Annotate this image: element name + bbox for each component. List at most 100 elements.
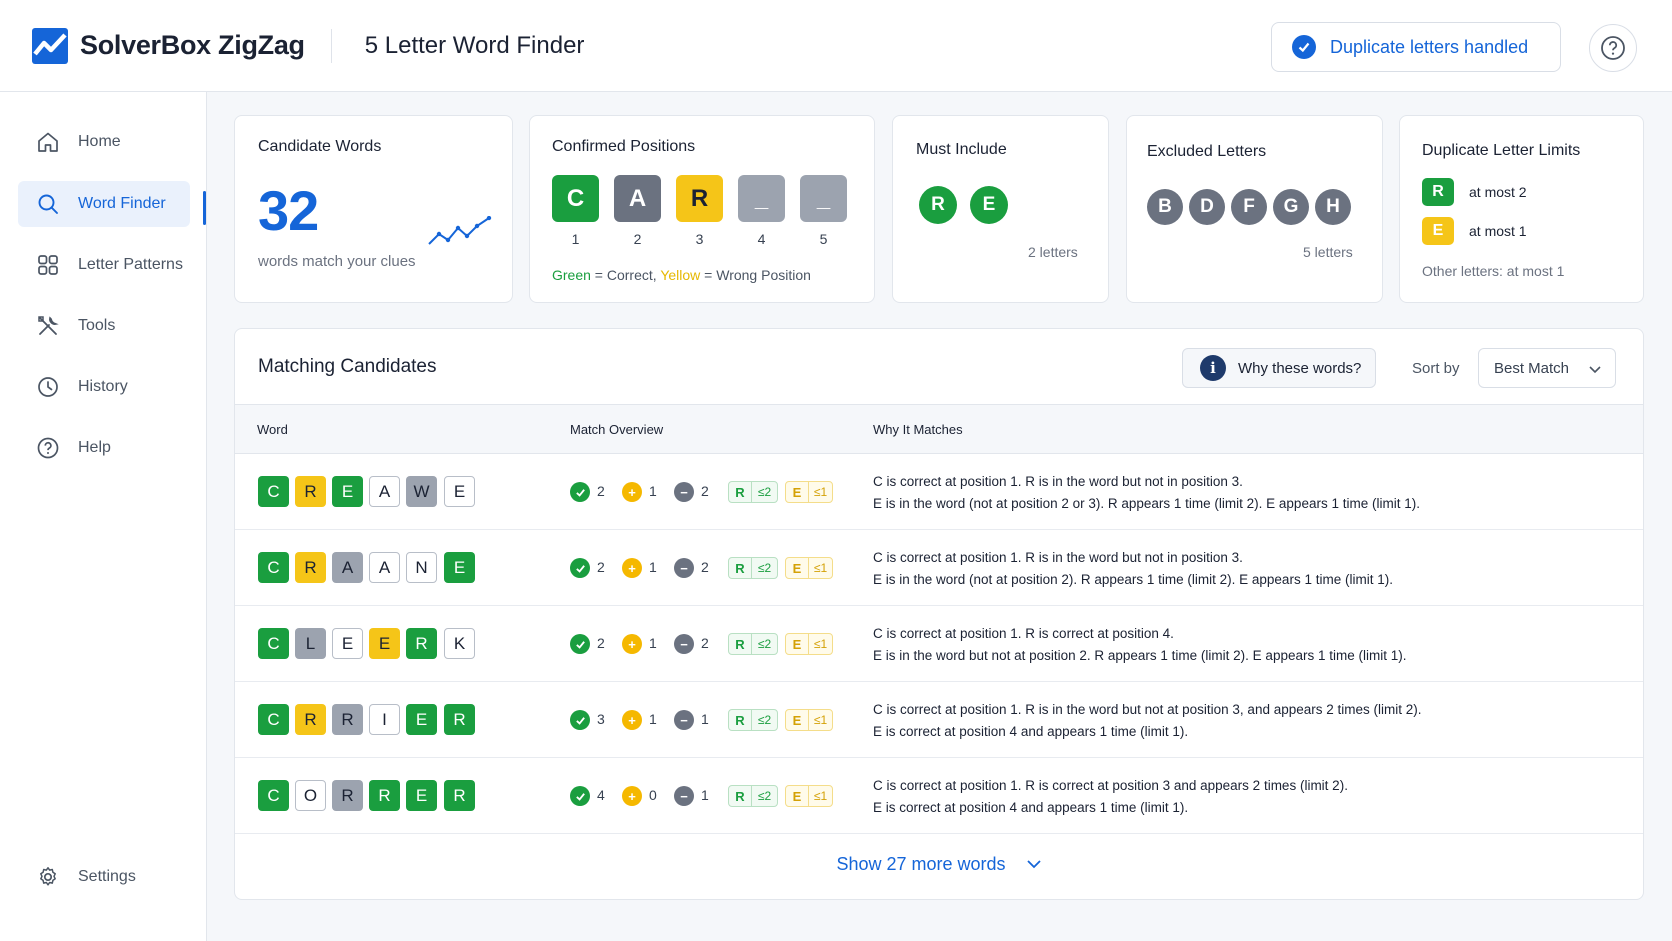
why-line-2: E is in the word (not at position 2 or 3… [873,496,1420,511]
sort-select[interactable]: Best Match [1478,348,1616,388]
show-more-label: Show 27 more words [836,853,1006,874]
chip-letter: E [792,636,802,652]
e-limit-chip: E ≤1 [785,481,833,503]
sidebar-item-history[interactable]: History [18,364,190,410]
chip-limit: ≤2 [757,713,772,727]
word-letter-tile: C [258,780,289,811]
e-limit-chip: E ≤1 [785,709,833,731]
word-letter-tile: R [295,704,326,735]
top-bar: SolverBox ZigZag 5 Letter Word Finder Du… [0,0,1672,92]
absent-minus-icon: − [674,710,694,730]
present-count: 1 [649,635,657,651]
word-letter-tile: E [406,780,437,811]
absent-minus-icon: − [674,634,694,654]
sidebar-item-label: Help [78,439,111,456]
must-include-count: 2 letters [1028,244,1078,260]
limit-text: at most 2 [1469,184,1527,200]
why-line-1: C is correct at position 1. R is in the … [873,474,1243,489]
chip-letter: R [735,484,745,500]
table-row[interactable]: C R E A W E 2 +1−2 R ≤2 E ≤1 C is correct at positio… [235,454,1643,530]
table-row[interactable]: C O R R E R 4 +0−1 R ≤2 E ≤1 C is correct at positio… [235,758,1643,834]
sidebar-item-letter-patterns[interactable]: Letter Patterns [18,242,190,288]
present-plus-icon: + [622,634,642,654]
candidate-caption: words match your clues [258,253,416,270]
correct-check-icon [570,710,590,730]
clock-icon [38,377,58,397]
absent-count: 2 [701,635,709,651]
sidebar-item-word-finder[interactable]: Word Finder [18,181,190,227]
sort-label: Sort by [1412,360,1460,377]
chip-limit: ≤2 [757,561,772,575]
brand-logo-icon [32,27,68,64]
limit-letter-r: R [1422,178,1454,206]
correct-count: 2 [597,483,605,499]
word-letter-tile: E [406,704,437,735]
position-number: 4 [757,231,766,247]
present-count: 1 [649,559,657,575]
why-it-matches: C is correct at position 1. R is correct… [873,775,1348,819]
word-letter-tile: L [295,628,326,659]
word-letter-tile: R [332,780,363,811]
candidate-words-card: Candidate Words 32 words match your clue… [234,115,513,303]
sidebar-item-label: Tools [78,317,116,334]
sidebar-item-label: History [78,378,128,395]
word-letter-tile: O [295,780,326,811]
position-tile-4: _ [738,175,785,222]
sidebar-item-tools[interactable]: Tools [18,303,190,349]
legend-text: = Wrong Position [700,267,811,283]
r-limit-chip: R ≤2 [728,785,778,807]
show-more-button[interactable]: Show 27 more words [235,829,1643,899]
confirmed-positions-card: Confirmed Positions C A R _ _ 1 2 3 4 5 … [529,115,875,303]
brand[interactable]: SolverBox ZigZag [32,0,305,92]
why-line-2: E is in the word (not at position 2). R … [873,572,1393,587]
why-these-words-button[interactable]: i Why these words? [1182,348,1376,388]
present-plus-icon: + [622,710,642,730]
chip-limit: ≤1 [813,485,828,499]
present-plus-icon: + [622,558,642,578]
word-letter-tile: R [406,628,437,659]
help-button[interactable] [1589,24,1637,72]
word-letter-tile: R [444,704,475,735]
table-row[interactable]: C R R I E R 3 +1−1 R ≤2 E ≤1 C is correct at positio… [235,682,1643,758]
duplicate-letters-badge[interactable]: Duplicate letters handled [1271,22,1561,72]
present-count: 0 [649,787,657,803]
table-row[interactable]: C R A A N E 2 +1−2 R ≤2 E ≤1 C is correct at positio… [235,530,1643,606]
correct-check-icon [570,786,590,806]
word-letter-tile: R [295,552,326,583]
table-header: Word Match Overview Why It Matches [235,404,1643,454]
column-header-word: Word [257,422,288,437]
r-limit-chip: R ≤2 [728,633,778,655]
sidebar-item-help[interactable]: Help [18,425,190,471]
gear-icon [40,867,56,886]
correct-check-icon [570,634,590,654]
present-count: 1 [649,483,657,499]
present-count: 1 [649,711,657,727]
word-letter-tile: A [369,476,400,507]
word-letter-tile: W [406,476,437,507]
card-title: Must Include [916,141,1007,158]
color-legend: Green = Correct, Yellow = Wrong Position [552,267,811,283]
absent-minus-icon: − [674,558,694,578]
chip-limit: ≤2 [757,789,772,803]
present-plus-icon: + [622,482,642,502]
info-icon: i [1200,355,1226,381]
chip-limit: ≤2 [757,485,772,499]
duplicate-limits-card: Duplicate Letter Limits R at most 2 E at… [1399,115,1644,303]
sidebar-item-settings[interactable]: Settings [18,854,190,900]
table-row[interactable]: C L E E R K 2 +1−2 R ≤2 E ≤1 C is correct at positio… [235,606,1643,682]
table-title: Matching Candidates [258,356,437,377]
r-limit-chip: R ≤2 [728,557,778,579]
why-line-1: C is correct at position 1. R is in the … [873,550,1243,565]
limit-letter-e: E [1422,217,1454,245]
excluded-letter: B [1147,189,1183,225]
sidebar-item-home[interactable]: Home [18,119,190,165]
why-line-1: C is correct at position 1. R is in the … [873,702,1422,717]
absent-minus-icon: − [674,482,694,502]
word-letter-tile: R [332,704,363,735]
correct-check-icon [570,558,590,578]
sidebar-item-label: Home [78,133,121,150]
limit-text: at most 1 [1469,223,1527,239]
absent-count: 1 [701,711,709,727]
correct-check-icon [570,482,590,502]
legend-yellow: Yellow [660,267,701,283]
